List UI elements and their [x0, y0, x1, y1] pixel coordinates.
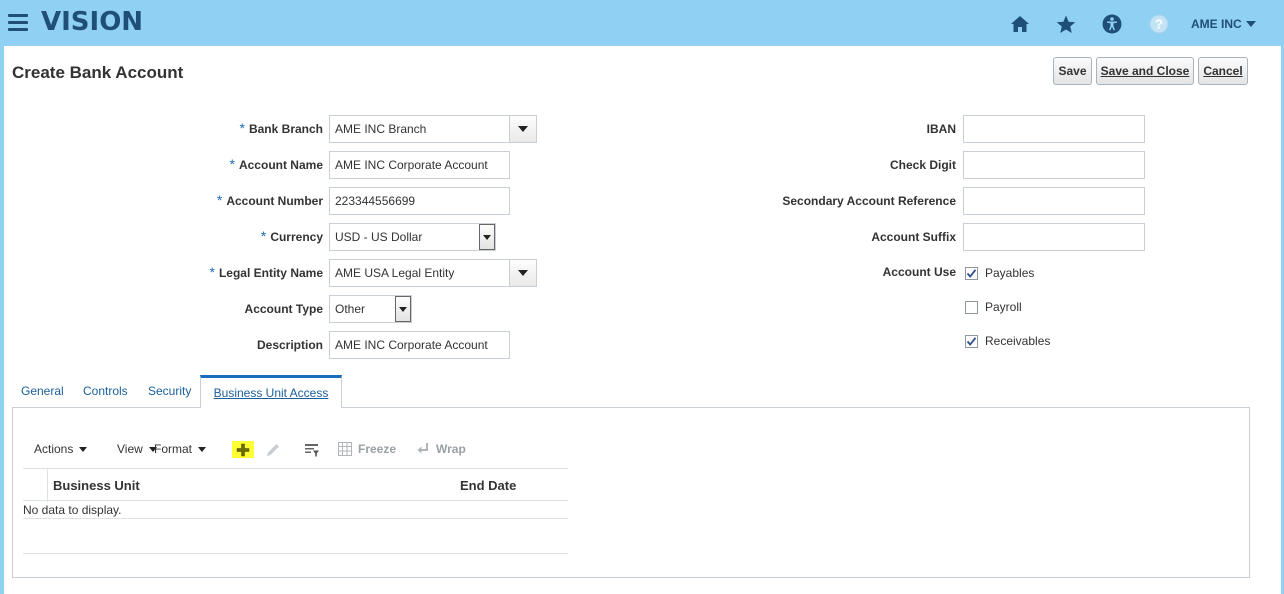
- chevron-down-icon: [399, 306, 407, 312]
- bank-branch-combobox[interactable]: AME INC Branch: [329, 115, 537, 143]
- description-label: Description: [256, 338, 323, 352]
- account-type-select[interactable]: Other: [329, 295, 412, 323]
- column-divider: [47, 469, 48, 502]
- account-suffix-input[interactable]: [963, 223, 1145, 251]
- account-suffix-label: Account Suffix: [871, 230, 956, 244]
- currency-label: * Currency: [260, 228, 323, 244]
- save-button[interactable]: Save: [1053, 57, 1092, 85]
- chevron-down-icon: [518, 126, 528, 132]
- bank-branch-label: * Bank Branch: [239, 120, 323, 136]
- chevron-down-icon: [198, 446, 207, 452]
- iban-label: IBAN: [926, 122, 956, 136]
- payroll-label: Payroll: [985, 300, 1022, 314]
- user-name: AME INC: [1191, 17, 1242, 31]
- account-use-label: Account Use: [882, 265, 956, 279]
- account-name-input[interactable]: AME INC Corporate Account: [329, 151, 510, 179]
- payables-label: Payables: [985, 266, 1035, 280]
- chevron-down-icon: [518, 270, 528, 276]
- currency-select[interactable]: USD - US Dollar: [329, 223, 496, 251]
- favorites-star-icon[interactable]: [1055, 13, 1077, 35]
- freeze-button[interactable]: Freeze: [338, 442, 396, 456]
- save-and-close-button[interactable]: Save and Close: [1096, 57, 1194, 85]
- wrap-icon: [417, 443, 428, 454]
- edit-button[interactable]: [265, 442, 281, 458]
- plus-icon: [236, 443, 250, 456]
- filter-icon: [305, 444, 319, 457]
- top-bar: VISION ? AME INC: [0, 0, 1284, 46]
- svg-text:?: ?: [1155, 17, 1163, 32]
- end-date-column-header[interactable]: End Date: [460, 478, 516, 493]
- payroll-checkbox[interactable]: [965, 301, 978, 314]
- vision-logo[interactable]: VISION: [41, 7, 143, 37]
- checkmark-icon: [966, 269, 977, 278]
- help-icon[interactable]: ?: [1148, 13, 1170, 35]
- legal-entity-label: * Legal Entity Name: [209, 264, 323, 280]
- tab-controls[interactable]: Controls: [83, 384, 128, 398]
- business-unit-access-panel: Actions View Format Freeze Wrap Business…: [12, 407, 1250, 578]
- receivables-label: Receivables: [985, 334, 1051, 348]
- payables-checkbox[interactable]: [965, 267, 978, 280]
- receivables-checkbox[interactable]: [965, 335, 978, 348]
- actions-menu[interactable]: Actions: [34, 442, 88, 456]
- user-menu[interactable]: AME INC: [1191, 17, 1256, 31]
- empty-table-message: No data to display.: [23, 503, 122, 517]
- tab-general[interactable]: General: [21, 384, 64, 398]
- currency-dropdown-button[interactable]: [479, 224, 495, 250]
- home-icon[interactable]: [1009, 13, 1031, 35]
- account-type-label: Account Type: [244, 302, 323, 316]
- table-bottom-border: [23, 553, 568, 554]
- table-header: Business Unit End Date: [23, 468, 568, 502]
- wrap-button[interactable]: Wrap: [416, 442, 466, 456]
- cancel-button[interactable]: Cancel: [1198, 57, 1248, 85]
- accessibility-icon[interactable]: [1101, 13, 1123, 35]
- view-menu[interactable]: View: [117, 442, 157, 456]
- main-panel: Create Bank Account Save Save and Close …: [4, 46, 1281, 594]
- format-menu[interactable]: Format: [154, 442, 207, 456]
- secondary-account-reference-input[interactable]: [963, 187, 1145, 215]
- legal-entity-combobox[interactable]: AME USA Legal Entity: [329, 259, 537, 287]
- account-number-label: * Account Number: [216, 192, 323, 208]
- chevron-down-icon: [79, 446, 88, 452]
- table-row-divider: [23, 518, 568, 519]
- account-number-input[interactable]: 223344556699: [329, 187, 510, 215]
- tab-business-unit-access[interactable]: Business Unit Access: [200, 375, 342, 408]
- page-title: Create Bank Account: [12, 63, 184, 82]
- checkmark-icon: [966, 337, 977, 346]
- legal-entity-dropdown-button[interactable]: [509, 259, 537, 287]
- chevron-down-icon: [1245, 21, 1256, 27]
- secondary-account-reference-label: Secondary Account Reference: [782, 194, 956, 208]
- query-by-example-button[interactable]: [304, 442, 320, 458]
- add-row-button[interactable]: [232, 441, 254, 458]
- tab-security[interactable]: Security: [148, 384, 191, 398]
- bank-branch-dropdown-button[interactable]: [509, 115, 537, 143]
- description-input[interactable]: AME INC Corporate Account: [329, 331, 510, 359]
- pencil-icon: [267, 444, 279, 456]
- check-digit-input[interactable]: [963, 151, 1145, 179]
- freeze-icon: [338, 442, 352, 456]
- hamburger-menu-icon[interactable]: [8, 14, 28, 32]
- account-type-dropdown-button[interactable]: [395, 296, 411, 322]
- iban-input[interactable]: [963, 115, 1145, 143]
- check-digit-label: Check Digit: [889, 158, 956, 172]
- account-name-label: * Account Name: [229, 156, 323, 172]
- business-unit-column-header[interactable]: Business Unit: [53, 478, 140, 493]
- chevron-down-icon: [483, 234, 491, 240]
